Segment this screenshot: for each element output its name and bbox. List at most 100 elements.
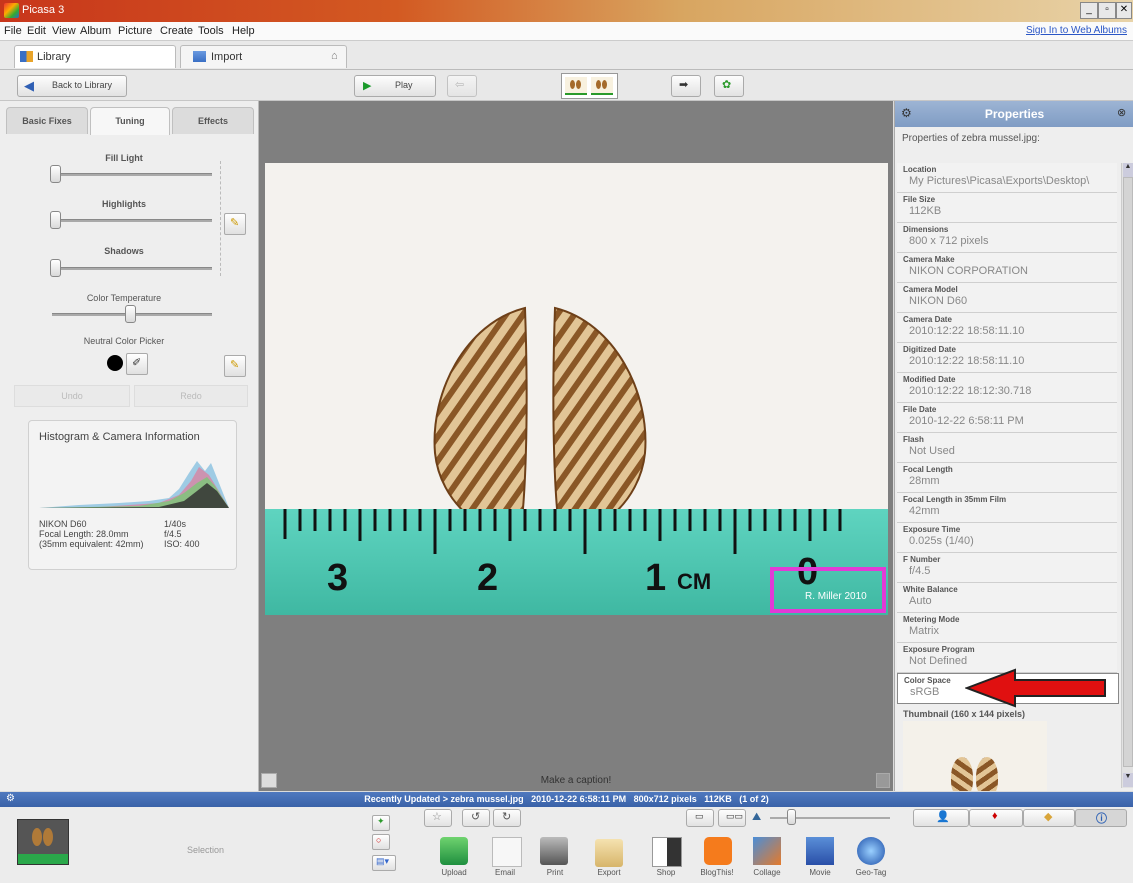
shop-icon[interactable] [652,837,682,867]
fill-light-track[interactable] [52,173,212,176]
thumb-other[interactable] [591,77,613,95]
movie-icon[interactable] [806,837,834,865]
properties-scrollbar[interactable]: ▲ ▼ [1121,163,1133,788]
selection-thumb[interactable] [17,819,69,865]
view-single-button[interactable]: ▭ [686,809,714,827]
property-row: Focal Length in 35mm Film 42mm [897,493,1117,523]
maximize-button[interactable]: ▫ [1098,2,1116,19]
auto-contrast-wand-button[interactable]: ✎ [224,213,246,235]
view-compare-button[interactable]: ▭▭ [718,809,746,827]
tab-effects[interactable]: Effects [172,107,254,134]
hold-button[interactable]: ✦ [372,815,390,831]
shadows-track[interactable] [52,267,212,270]
color-temperature-thumb[interactable] [125,305,136,323]
sign-in-link[interactable]: Sign In to Web Albums [1026,25,1127,36]
menu-edit[interactable]: Edit [27,25,46,37]
property-key: Exposure Program [903,645,975,654]
photo[interactable]: 3 2 1 CM 0 R. Miller 2010 [265,163,888,615]
star-button[interactable]: ☆ [424,809,452,827]
highlights-thumb[interactable] [50,211,61,229]
auto-color-wand-button[interactable]: ✎ [224,355,246,377]
property-key: F Number [903,555,941,564]
rotate-left-button[interactable]: ↺ [462,809,490,827]
close-window-button[interactable]: ✕ [1116,2,1132,19]
geotag-label: Geo-Tag [855,868,887,877]
info-button[interactable]: ⓘ [1075,809,1127,827]
email-label: Email [494,868,515,877]
blogger-icon[interactable] [704,837,732,865]
property-key: White Balance [903,585,958,594]
previous-photo-button[interactable]: ⇦ [447,75,477,97]
print-icon[interactable] [540,837,568,865]
thumb-current[interactable] [565,77,587,95]
upload-icon[interactable] [440,837,468,865]
property-key: Camera Date [903,315,952,324]
undo-button[interactable]: Undo [14,385,130,407]
property-value: Auto [909,595,932,607]
zoom-slider-thumb[interactable] [787,809,796,825]
eyedropper-button[interactable]: ✐ [126,353,148,375]
caption-clear-icon[interactable] [876,773,890,788]
places-button[interactable]: ♦ [969,809,1023,827]
rotate-right-button[interactable]: ↻ [493,809,521,827]
scroll-thumb[interactable] [1123,177,1133,767]
geotag-icon[interactable] [857,837,885,865]
tab-library[interactable]: Library [14,45,176,68]
shadows-thumb[interactable] [50,259,61,277]
property-value: 2010:12:22 18:58:11.10 [909,325,1025,337]
properties-close-icon[interactable]: ⊗ [1117,106,1126,119]
menu-album[interactable]: Album [80,25,111,37]
add-to-album-button[interactable]: ▤▾ [372,855,396,871]
tab-tuning[interactable]: Tuning [90,107,170,135]
play-button[interactable]: ▶ Play [354,75,436,97]
property-key: Color Space [904,676,951,685]
clear-button[interactable]: ○ [372,834,390,850]
menu-picture[interactable]: Picture [118,25,152,37]
scroll-down-icon[interactable]: ▼ [1123,773,1133,787]
menu-file[interactable]: File [4,25,22,37]
tab-basic-fixes[interactable]: Basic Fixes [6,107,88,134]
wand-icon-2: ✎ [230,359,240,371]
fill-light-thumb[interactable] [50,165,61,183]
thumbnail-shell-left [951,757,973,791]
next-photo-button[interactable]: ➡ [671,75,701,97]
filmstrip-thumbs[interactable] [561,73,618,99]
properties-subtitle: Properties of zebra mussel.jpg: [902,133,1040,144]
property-key: Metering Mode [903,615,960,624]
minimize-button[interactable]: _ [1080,2,1098,19]
property-value: sRGB [910,686,940,698]
annotation-red-arrow [965,668,1106,708]
thumb2-shell-left [596,80,601,89]
print-label: Print [546,868,564,877]
property-row: Metering Mode Matrix [897,613,1117,643]
properties-list: Location My Pictures\Picasa\Exports\Deskt… [895,163,1119,711]
bottom-tray: Selection ✦ ○ ▤▾ ☆ ↺ ↻ Upload Email Prin… [0,807,1133,883]
menu-create[interactable]: Create [160,25,193,37]
rotate-view-button[interactable]: ✿ [714,75,744,97]
back-to-library-button[interactable]: ◀ Back to Library [17,75,127,97]
menu-help[interactable]: Help [232,25,255,37]
play-label: Play [395,80,413,90]
people-button[interactable]: 👤 [913,809,969,827]
collage-icon[interactable] [753,837,781,865]
scroll-up-icon[interactable]: ▲ [1123,163,1133,177]
highlights-track[interactable] [52,219,212,222]
tab-library-label: Library [37,51,71,63]
status-text: Recently Updated > zebra mussel.jpg 2010… [364,794,769,804]
redo-button[interactable]: Redo [134,385,248,407]
export-icon[interactable] [595,839,623,867]
property-value: 112KB [909,205,942,217]
tags-button[interactable]: ◆ [1023,809,1075,827]
property-row: Camera Date 2010:12:22 18:58:11.10 [897,313,1117,343]
shop-label: Shop [656,868,676,877]
wand-icon: ✎ [230,217,240,229]
email-icon[interactable] [492,837,522,867]
menu-view[interactable]: View [52,25,76,37]
property-row: Dimensions 800 x 712 pixels [897,223,1117,253]
tab-close-icon[interactable]: ⌂ [331,50,338,62]
menu-tools[interactable]: Tools [198,25,224,37]
title-bar: Picasa 3 _ ▫ ✕ [0,0,1133,22]
property-value: 2010-12-22 6:58:11 PM [909,415,1024,427]
caption-input[interactable]: Make a caption! [259,775,893,786]
tab-import[interactable]: Import ⌂ [180,45,347,68]
